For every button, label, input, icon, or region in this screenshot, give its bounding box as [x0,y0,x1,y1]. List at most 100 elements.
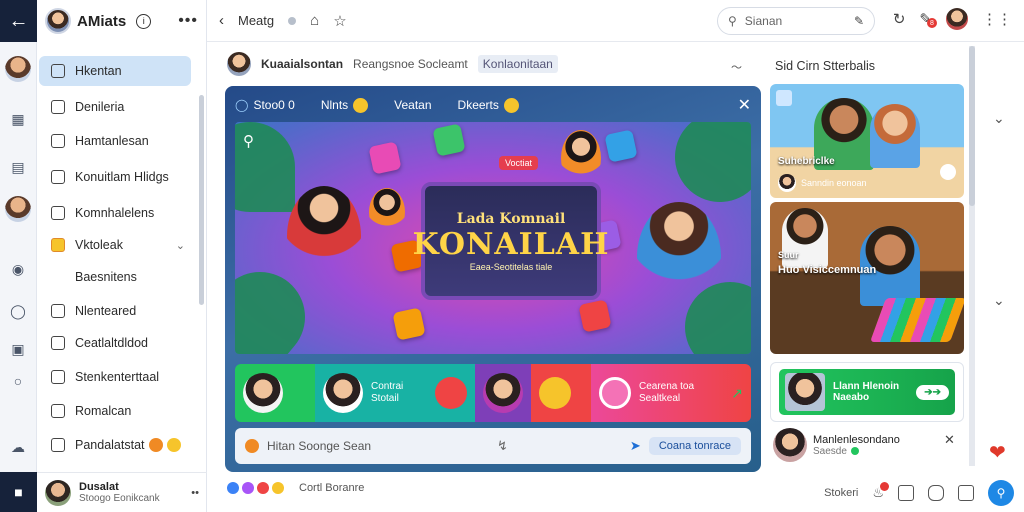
tab-2[interactable]: Nlnts [321,97,369,113]
sidebar-item-4[interactable]: Konuitlam Hlidgs [39,162,191,192]
options-icon[interactable] [940,164,956,180]
pin-icon[interactable]: ↯ [497,438,508,454]
store-icon[interactable]: ■ [0,472,37,512]
pen-icon[interactable]: ✎ [854,14,864,28]
title-screen[interactable]: Lada Komnail KONAILAH Eaea-Seotitelas ti… [413,182,608,300]
promo-banner[interactable]: Llann Hlenoin Naeabo ➔➔ [779,369,955,415]
tab-1[interactable]: ◯ Stoo0 0 [235,98,295,112]
photo-person [870,104,920,168]
sidebar-item-10[interactable]: Stenkenterttaal [39,362,191,392]
edit-icon[interactable]: ✎ 8 [919,10,937,28]
bell-icon[interactable]: ♨ [872,482,889,501]
reaction-icon[interactable] [257,482,269,494]
send-icon[interactable]: ➤ [630,438,641,454]
sidebar-item-label: Baesnitens [75,270,137,284]
notification-badge: 8 [927,18,937,28]
sidebar-item-3[interactable]: Hamtanlesan [39,126,191,156]
tab-4[interactable]: Dkeerts [458,97,519,113]
sidebar-item-5[interactable]: Komnhalelens [39,198,191,228]
sidebar-item-11[interactable]: Romalcan [39,396,191,426]
chevron-down-icon[interactable]: ⌄ [993,292,1005,309]
media-meta: Sanndin eonoan [778,174,867,192]
player-card[interactable]: Cearena toa Sealtkeal ↗ [591,364,751,422]
scrollbar-thumb[interactable] [969,46,975,206]
friend-suggestion[interactable]: Manlenlesondano Saesde [773,428,900,462]
media-card[interactable]: Suhebriclke Sanndin eonoan [770,84,964,198]
current-user[interactable]: Dusalat Stoogo Eonikcank •• [37,472,207,512]
avatar[interactable] [45,8,71,34]
media-caption: Suur [778,250,799,260]
sidebar-item-home[interactable]: Hkentan [39,56,191,86]
image-icon [51,404,65,418]
sidebar-item-8[interactable]: Nlenteared [39,296,191,326]
emoji-icon [353,97,369,113]
more-icon[interactable]: •• [191,487,199,499]
clipboard-icon[interactable] [898,485,914,501]
cloud-icon[interactable]: ☁ [7,436,29,458]
shield-icon[interactable]: ○ [7,370,29,392]
refresh-icon[interactable]: ↻ [893,10,906,28]
promo-go-button[interactable]: ➔➔ [916,384,949,400]
sidebar-item-label: Vktoleak [75,238,123,252]
scrollbar[interactable] [969,46,975,466]
avatar[interactable] [946,8,968,30]
sidebar-item-6[interactable]: Vktoleak ⌄ [39,230,191,260]
player-card-text: Contrai Stotail [371,381,404,404]
sidebar-item-9[interactable]: Ceatlaltdldod [39,328,191,358]
sidebar-subitem[interactable]: Baesnitens [39,262,191,292]
sidebar-item-2[interactable]: Denileria [39,92,191,122]
info-icon[interactable]: i [136,13,152,29]
promo-card[interactable]: Llann Hlenoin Naeabo ➔➔ [770,362,964,422]
channel-tag[interactable]: Konlaonitaan [477,55,558,73]
game-scene[interactable]: ⚲ Voctiat Lada Komnail KONAILAH Eaea-Seo… [235,122,751,354]
cartoon-girl [287,186,361,286]
grid-menu-icon[interactable]: ⋮⋮ [982,10,1012,28]
back-arrow-icon[interactable]: ← [0,0,37,42]
arrow-icon[interactable]: ↗ [731,385,743,402]
chevron-down-icon[interactable]: ⌄ [176,239,191,252]
tab-label: Veatan [394,98,432,112]
inbox-icon[interactable]: ▤ [7,156,29,178]
camera-icon[interactable] [928,485,944,501]
player-card[interactable]: Contrai Stotail [315,364,475,422]
grid-icon[interactable]: ▦ [7,108,29,130]
tab-3[interactable]: Veatan [394,98,431,112]
collapse-arrows-icon[interactable]: 〜 [731,59,742,75]
search-fab-button[interactable]: ⚲ [988,480,1014,506]
heart-icon[interactable]: ❤ [989,440,1011,464]
record-button[interactable] [435,377,467,409]
player-avatar [243,373,283,413]
close-icon[interactable]: ✕ [738,95,751,115]
reaction-icon[interactable] [272,482,284,494]
gallery-icon[interactable] [776,90,792,106]
star-icon[interactable]: ☆ [333,12,346,30]
close-icon[interactable]: ✕ [944,432,955,448]
avatar[interactable] [227,52,251,76]
more-icon[interactable]: ••• [178,12,198,30]
chevron-left-icon[interactable]: ‹ [219,12,224,29]
chevron-down-icon[interactable]: ⌄ [993,110,1005,127]
reaction-icon[interactable] [242,482,254,494]
player-card[interactable] [475,364,531,422]
location-pin-icon[interactable]: ◉ [7,258,29,280]
reaction-icon[interactable] [227,482,239,494]
chat-icon[interactable]: ▣ [7,338,29,360]
search-input[interactable]: ⚲ Sianan ✎ [717,7,875,35]
media-card[interactable]: Suur Huo Visiccemnuan [770,202,964,354]
home-icon[interactable]: ⌂ [310,12,319,29]
list-icon [51,100,65,114]
page-title: Meatg [238,13,275,28]
player-card[interactable] [235,364,315,422]
emoji-icon[interactable] [245,439,259,453]
send-button[interactable]: Coana tonrace [648,437,741,455]
message-composer[interactable]: Hitan Soonge Sean ↯ ➤ Coana tonrace [235,428,751,464]
avatar[interactable] [5,56,31,82]
avatar[interactable] [5,196,31,222]
scrollbar[interactable] [199,95,204,305]
search-icon[interactable]: ⚲ [243,132,254,150]
document-icon [51,304,65,318]
people-icon[interactable]: ◯ [7,300,29,322]
player-card[interactable] [531,364,591,422]
sidebar-item-12[interactable]: Pandalatstat [39,430,191,460]
image-icon[interactable] [958,485,974,501]
